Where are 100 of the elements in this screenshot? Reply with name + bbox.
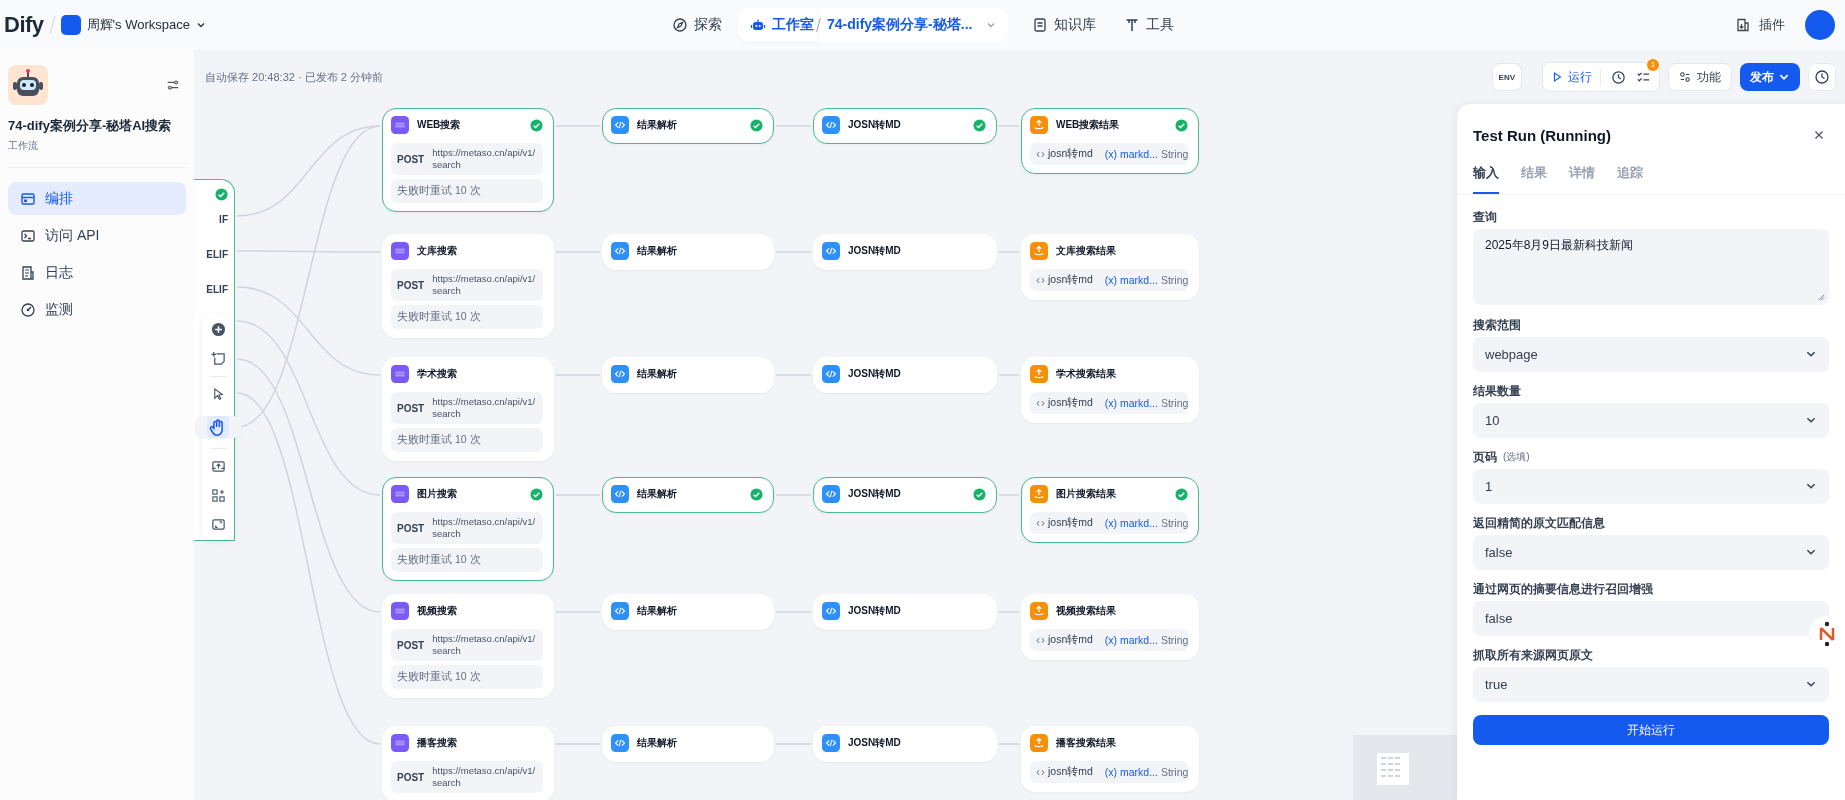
start-run-button[interactable]: 开始运行 xyxy=(1473,715,1829,745)
close-icon[interactable] xyxy=(1813,129,1825,141)
workflow-node[interactable]: JOSN转MD xyxy=(813,594,997,630)
workflow-node[interactable]: 图片搜索 POST https://metaso.cn/api/v1/search 失败时重试 10 次 xyxy=(382,477,554,581)
add-note-icon[interactable] xyxy=(210,351,226,366)
success-icon xyxy=(215,188,228,201)
request-url: https://metaso.cn/api/v1/search xyxy=(432,147,537,171)
select-field[interactable]: false xyxy=(1473,535,1829,569)
workflow-node[interactable]: JOSN转MD xyxy=(813,726,997,762)
node-title: WEB搜索 xyxy=(417,118,462,132)
workflow-node[interactable]: 视频搜索 POST https://metaso.cn/api/v1/search 失败时重试 10 次 xyxy=(382,594,554,698)
sliders-icon xyxy=(1679,71,1691,83)
source-node-label: josn转md xyxy=(1048,273,1093,287)
code-icon xyxy=(1036,635,1045,645)
run-button[interactable]: 运行 xyxy=(1551,68,1601,86)
field-label: 通过网页的摘要信息进行召回增强 xyxy=(1473,580,1653,598)
play-icon xyxy=(1551,71,1563,83)
workflow-node[interactable]: 结果解析 xyxy=(602,357,774,393)
workflow-node[interactable]: JOSN转MD xyxy=(813,357,997,393)
select-field[interactable]: 1 xyxy=(1473,469,1829,503)
workflow-node[interactable]: 视频搜索结果 josn转md (x) markd... String xyxy=(1021,594,1199,660)
node-title: 视频搜索 xyxy=(417,604,458,618)
sidebar-item[interactable]: 监测 xyxy=(8,293,186,326)
warning-badge: 1 xyxy=(1647,58,1659,71)
nav-tab[interactable]: 工具 xyxy=(1112,8,1187,42)
workflow-node[interactable]: WEB搜索 POST https://metaso.cn/api/v1/search 失败时重试 10 次 xyxy=(382,108,554,212)
workflow-node[interactable]: WEB搜索结果 josn转md (x) markd... String xyxy=(1021,108,1199,174)
workflow-node[interactable]: 结果解析 xyxy=(602,234,774,270)
workflow-node[interactable]: 学术搜索结果 josn转md (x) markd... String xyxy=(1021,357,1199,423)
publish-button[interactable]: 发布 xyxy=(1740,63,1800,91)
http-node-icon xyxy=(391,485,409,503)
features-button[interactable]: 功能 xyxy=(1668,63,1732,91)
add-node-icon[interactable] xyxy=(210,322,226,337)
window-icon xyxy=(20,190,36,207)
success-icon xyxy=(530,118,543,132)
query-textarea[interactable]: 2025年8月9日最新科技新闻 xyxy=(1473,229,1829,305)
end-node-icon xyxy=(1030,734,1048,752)
workflow-node[interactable]: 播客搜索 POST https://metaso.cn/api/v1/search xyxy=(382,726,554,800)
request-url: https://metaso.cn/api/v1/search xyxy=(432,273,537,297)
select-field[interactable]: true xyxy=(1473,667,1829,701)
end-node-icon xyxy=(1030,365,1048,383)
node-title: 播客搜索 xyxy=(417,736,458,750)
workflow-node[interactable]: 文库搜索结果 josn转md (x) markd... String xyxy=(1021,234,1199,300)
sidebar-item[interactable]: 日志 xyxy=(8,256,186,289)
source-node-label: josn转md xyxy=(1048,633,1093,647)
field-label: 结果数量 xyxy=(1473,382,1521,400)
sidebar-item[interactable]: 编排 xyxy=(8,182,186,215)
export-image-icon[interactable] xyxy=(210,459,226,474)
retry-setting: 失败时重试 10 次 xyxy=(391,548,543,572)
nav-tab[interactable]: 知识库 xyxy=(1020,8,1109,42)
env-button[interactable]: ENV xyxy=(1491,63,1522,91)
version-history-icon[interactable] xyxy=(1808,63,1836,91)
success-icon xyxy=(530,487,543,501)
nav-tab[interactable]: 探索 xyxy=(660,8,734,42)
workspace-switcher[interactable]: 周辉's Workspace xyxy=(60,15,206,35)
node-title: 结果解析 xyxy=(637,367,678,381)
node-title: 图片搜索 xyxy=(417,487,458,501)
select-field[interactable]: webpage xyxy=(1473,337,1829,371)
fullscreen-icon[interactable] xyxy=(210,517,226,532)
workflow-node[interactable]: 学术搜索 POST https://metaso.cn/api/v1/search 失败时重试 10 次 xyxy=(382,357,554,461)
select-field[interactable]: 10 xyxy=(1473,403,1829,437)
end-node-icon xyxy=(1030,602,1048,620)
compass-icon xyxy=(672,17,688,33)
input-field[interactable]: false xyxy=(1473,601,1829,635)
code-node-icon xyxy=(822,242,840,260)
retry-setting: 失败时重试 10 次 xyxy=(391,179,543,203)
end-node-icon xyxy=(1030,242,1048,260)
node-title: 视频搜索结果 xyxy=(1056,604,1117,618)
success-icon xyxy=(973,487,986,501)
sidebar-item[interactable]: 访问 API xyxy=(8,219,186,252)
workflow-node[interactable]: 图片搜索结果 josn转md (x) markd... String xyxy=(1021,477,1199,543)
workflow-node[interactable]: JOSN转MD xyxy=(813,108,997,144)
terminal-icon xyxy=(20,227,36,244)
workflow-node[interactable]: 文库搜索 POST https://metaso.cn/api/v1/search 失败时重试 10 次 xyxy=(382,234,554,338)
settings-icon[interactable] xyxy=(166,78,180,92)
node-title: JOSN转MD xyxy=(848,367,902,381)
http-node-icon xyxy=(391,602,409,620)
code-node-icon xyxy=(611,734,629,752)
variable-type: String xyxy=(1160,397,1189,409)
hand-icon[interactable] xyxy=(195,416,241,438)
app-switcher[interactable]: 74-dify案例分享-秘塔... xyxy=(819,8,1009,42)
plugins-button[interactable]: 插件 xyxy=(1735,16,1785,34)
workflow-node[interactable]: JOSN转MD xyxy=(813,234,997,270)
history-icon[interactable] xyxy=(1611,69,1626,85)
variable-name: (x) markd... xyxy=(1104,148,1158,160)
workflow-node[interactable]: 播客搜索结果 josn转md (x) markd... String xyxy=(1021,726,1199,792)
panel-tab[interactable]: 输入 xyxy=(1473,158,1499,194)
workflow-node[interactable]: 结果解析 xyxy=(602,594,774,630)
http-node-icon xyxy=(391,116,409,134)
resize-handle-icon[interactable] xyxy=(1816,292,1825,301)
workflow-node[interactable]: 结果解析 xyxy=(602,477,774,513)
workflow-node[interactable]: 结果解析 xyxy=(602,726,774,762)
end-node-icon xyxy=(1030,116,1048,134)
workflow-node[interactable]: 结果解析 xyxy=(602,108,774,144)
nav-tab[interactable]: 工作室 xyxy=(738,8,818,42)
book-icon xyxy=(1032,17,1049,33)
user-avatar[interactable] xyxy=(1805,10,1835,40)
organize-icon[interactable] xyxy=(210,488,226,503)
network-logo-icon[interactable] xyxy=(1809,616,1845,652)
workflow-node[interactable]: JOSN转MD xyxy=(813,477,997,513)
